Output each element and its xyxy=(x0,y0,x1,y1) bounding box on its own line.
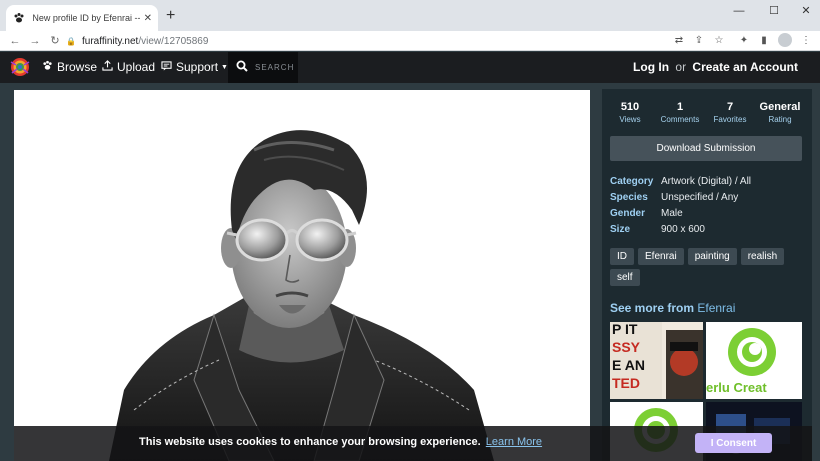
nav-upload-label: Upload xyxy=(117,60,156,74)
profile-avatar-icon[interactable] xyxy=(778,33,792,47)
nav-support[interactable]: Support ▼ xyxy=(161,60,228,74)
share-icon[interactable]: ⇪ xyxy=(692,33,706,49)
fa-logo-icon[interactable] xyxy=(9,56,31,78)
stat-value: 1 xyxy=(676,101,684,113)
tab-title: New profile ID by Efenrai -- Fur Affinit… xyxy=(32,13,139,23)
window-close-button[interactable]: ✕ xyxy=(794,3,818,19)
tag-self[interactable]: self xyxy=(610,269,640,286)
stat-value: General xyxy=(759,101,801,113)
thumb-poster-line: P IT xyxy=(612,322,638,337)
cookie-message: This website uses cookies to enhance you… xyxy=(139,436,542,448)
tag-id[interactable]: ID xyxy=(610,248,634,265)
submission-image[interactable] xyxy=(14,90,590,461)
info-row-category: Category Artwork (Digital) / All xyxy=(610,174,806,190)
submission-info: Category Artwork (Digital) / All Species… xyxy=(610,174,806,238)
tag-realish[interactable]: realish xyxy=(740,248,785,265)
see-more-artist-link[interactable]: Efenrai xyxy=(697,301,735,315)
lock-icon: 🔒 xyxy=(66,36,76,46)
browser-tab-strip: New profile ID by Efenrai -- Fur Affinit… xyxy=(0,0,820,31)
info-key: Species xyxy=(610,192,648,203)
learn-more-link[interactable]: Learn More xyxy=(486,436,542,448)
bookmark-star-icon[interactable]: ☆ xyxy=(712,33,726,49)
upload-icon xyxy=(102,60,113,74)
browser-tab[interactable]: New profile ID by Efenrai -- Fur Affinit… xyxy=(6,5,158,31)
stat-rating: General Rating xyxy=(756,101,804,125)
thumb-logo-text: erlu Creat xyxy=(706,380,767,395)
search-icon xyxy=(236,60,248,75)
info-value: 900 x 600 xyxy=(661,224,705,235)
chevron-down-icon: ▼ xyxy=(221,63,228,71)
forward-arrow-icon[interactable]: → xyxy=(28,33,42,49)
info-key: Size xyxy=(610,224,631,235)
thumb-poster-line: E AN xyxy=(612,357,645,373)
portrait-image xyxy=(14,90,590,461)
stat-label: Favorites xyxy=(713,115,747,124)
info-row-species: Species Unspecified / Any xyxy=(610,190,806,206)
new-tab-button[interactable]: + xyxy=(166,6,175,26)
side-panel-icon[interactable]: ▮ xyxy=(757,33,771,49)
consent-button[interactable]: I Consent xyxy=(695,433,772,453)
stat-views: 510 Views xyxy=(606,101,654,125)
tag-efenrai[interactable]: Efenrai xyxy=(638,248,684,265)
login-link[interactable]: Log In xyxy=(633,60,669,74)
extensions-icon[interactable]: ✦ xyxy=(737,33,751,49)
gallery-thumbnail[interactable]: erlu Creat xyxy=(706,322,802,399)
info-value: Male xyxy=(661,208,683,219)
info-value: Artwork (Digital) / All xyxy=(661,176,752,187)
minimize-button[interactable]: — xyxy=(727,3,751,19)
stats-row: 510 Views 1 Comments 7 Favorites General… xyxy=(606,101,804,125)
tab-close-icon[interactable]: ✕ xyxy=(144,13,152,24)
stat-value: 7 xyxy=(726,101,734,113)
tag-list: ID Efenrai painting realish self xyxy=(610,248,806,286)
create-account-link[interactable]: Create an Account xyxy=(692,60,798,74)
auth-or: or xyxy=(675,60,687,74)
cookie-banner: This website uses cookies to enhance you… xyxy=(14,426,812,461)
info-row-gender: Gender Male xyxy=(610,206,806,222)
stat-label: Rating xyxy=(768,115,792,124)
stat-value: 510 xyxy=(620,101,640,113)
translate-icon[interactable]: ⇄ xyxy=(672,33,686,49)
see-more-prefix: See more from xyxy=(610,301,695,315)
reload-icon[interactable]: ↻ xyxy=(48,33,62,49)
search-box[interactable]: SEARCH xyxy=(228,52,298,83)
maximize-button[interactable]: ☐ xyxy=(762,3,786,19)
browser-menu-icon[interactable]: ⋮ xyxy=(799,33,813,49)
auth-links: Log In or Create an Account xyxy=(633,60,798,74)
tag-painting[interactable]: painting xyxy=(687,248,737,265)
info-value: Unspecified / Any xyxy=(661,192,739,203)
paw-icon xyxy=(42,60,53,74)
url-host: furaffinity.net xyxy=(82,35,139,47)
address-bar: ← → ↻ 🔒 furaffinity.net /view/12705869 ⇄… xyxy=(0,31,820,51)
chat-icon xyxy=(161,60,172,74)
nav-upload[interactable]: Upload xyxy=(102,60,155,74)
nav-browse-label: Browse xyxy=(57,60,98,74)
info-key: Gender xyxy=(610,208,646,219)
submission-sidebar: 510 Views 1 Comments 7 Favorites General… xyxy=(602,89,812,461)
paw-icon xyxy=(12,11,25,25)
info-key: Category xyxy=(610,176,654,187)
see-more-heading: See more from Efenrai xyxy=(610,301,735,315)
thumb-poster-line: TED xyxy=(612,375,640,391)
stat-label: Comments xyxy=(660,115,700,124)
cookie-message-text: This website uses cookies to enhance you… xyxy=(139,436,481,448)
stat-comments: 1 Comments xyxy=(656,101,704,125)
info-row-size: Size 900 x 600 xyxy=(610,222,806,238)
gallery-thumbnail[interactable]: P IT SSY E AN TED xyxy=(610,322,703,399)
stat-favorites: 7 Favorites xyxy=(706,101,754,125)
download-submission-button[interactable]: Download Submission xyxy=(610,136,802,161)
thumb-poster-line: SSY xyxy=(612,339,641,355)
back-arrow-icon[interactable]: ← xyxy=(8,33,22,49)
url-field[interactable]: 🔒 furaffinity.net /view/12705869 xyxy=(66,34,666,48)
search-placeholder: SEARCH xyxy=(255,63,295,72)
nav-support-label: Support xyxy=(176,60,219,74)
stat-label: Views xyxy=(619,115,641,124)
url-path: /view/12705869 xyxy=(138,35,209,47)
nav-browse[interactable]: Browse xyxy=(42,60,97,74)
